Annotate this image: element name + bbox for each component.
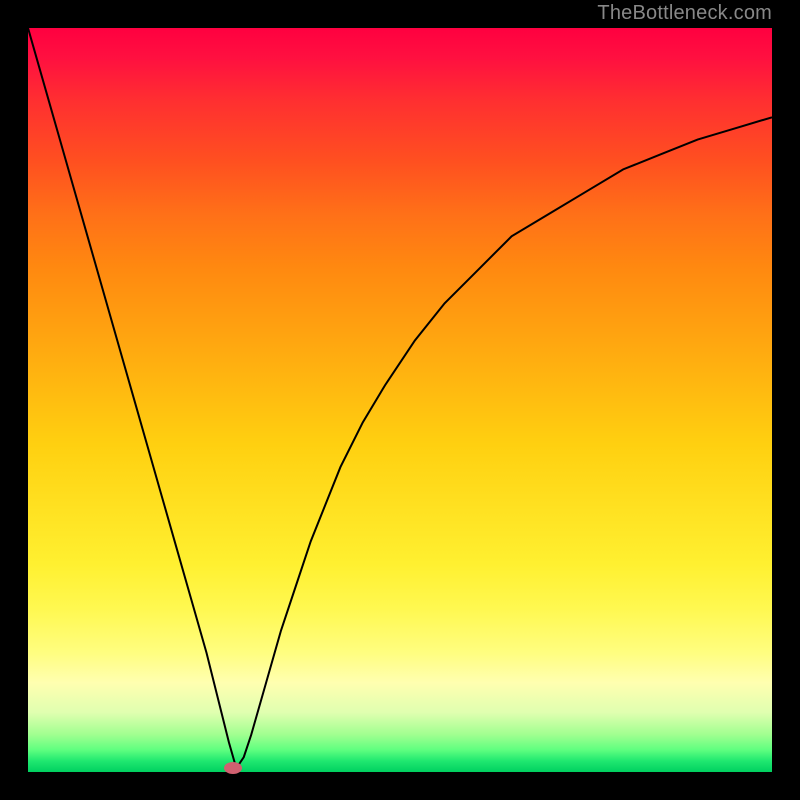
optimal-point-marker bbox=[224, 762, 242, 774]
chart-container: TheBottleneck.com bbox=[0, 0, 800, 800]
bottleneck-curve-path bbox=[28, 28, 772, 768]
curve-svg bbox=[28, 28, 772, 772]
plot-area bbox=[28, 28, 772, 772]
watermark-text: TheBottleneck.com bbox=[597, 2, 772, 25]
